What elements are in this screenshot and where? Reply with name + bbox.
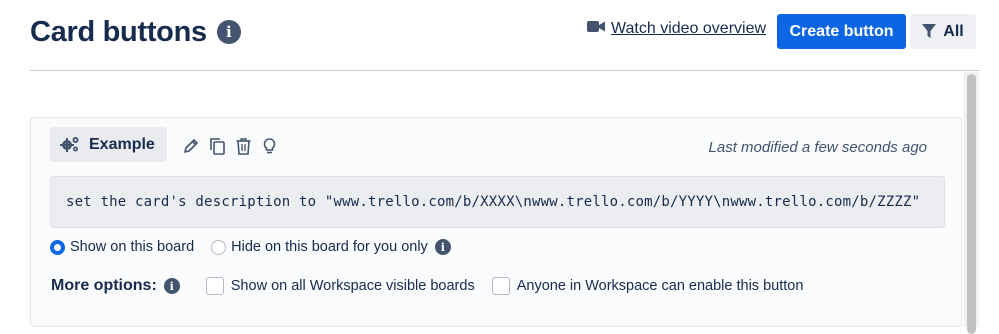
pencil-icon[interactable] xyxy=(182,137,200,155)
info-icon[interactable]: i xyxy=(216,20,241,44)
more-options-label: More options: xyxy=(51,277,157,294)
anyone-enable-option[interactable]: Anyone in Workspace can enable this butt… xyxy=(491,277,804,295)
filter-label: All xyxy=(943,22,964,40)
page-title: Card buttons xyxy=(30,15,207,48)
scrollbar[interactable] xyxy=(964,72,979,334)
filter-button[interactable]: All xyxy=(910,14,976,49)
scrollbar-thumb[interactable] xyxy=(967,74,976,334)
visibility-options: Show on this board Hide on this board fo… xyxy=(50,239,468,255)
lightbulb-icon[interactable] xyxy=(260,137,278,155)
anyone-enable-checkbox[interactable] xyxy=(491,277,510,295)
last-modified: Last modified a few seconds ago xyxy=(708,139,927,156)
button-name-chip[interactable]: Example xyxy=(50,127,167,162)
hide-on-board-option[interactable]: Hide on this board for you only i xyxy=(211,239,451,255)
watch-video-link[interactable]: Watch video overview xyxy=(587,20,766,38)
gears-icon xyxy=(60,137,79,152)
show-all-workspace-label: Show on all Workspace visible boards xyxy=(230,278,475,294)
show-all-workspace-checkbox[interactable] xyxy=(205,277,224,295)
watch-video-label[interactable]: Watch video overview xyxy=(611,20,766,38)
show-on-board-label: Show on this board xyxy=(70,239,195,255)
hide-on-board-radio[interactable] xyxy=(211,239,227,255)
header-divider xyxy=(30,70,980,71)
info-icon[interactable]: i xyxy=(163,278,180,294)
copy-icon[interactable] xyxy=(208,137,226,155)
show-on-board-radio[interactable] xyxy=(50,239,65,255)
card-button-item: Example Last modified a few seconds ago … xyxy=(30,117,962,327)
show-on-board-option[interactable]: Show on this board xyxy=(50,239,194,255)
more-options: More options: i Show on all Workspace vi… xyxy=(51,277,803,295)
info-icon[interactable]: i xyxy=(434,239,451,255)
video-camera-icon xyxy=(587,20,605,38)
create-button[interactable]: Create button xyxy=(777,14,906,49)
show-all-workspace-option[interactable]: Show on all Workspace visible boards xyxy=(205,277,475,295)
command-text: set the card's description to "www.trell… xyxy=(66,194,921,210)
hide-on-board-label: Hide on this board for you only xyxy=(231,239,428,255)
anyone-enable-label: Anyone in Workspace can enable this butt… xyxy=(516,278,804,294)
page-header: Card buttons i xyxy=(30,12,241,52)
trash-icon[interactable] xyxy=(234,137,252,155)
command-box[interactable]: set the card's description to "www.trell… xyxy=(50,176,945,228)
button-name: Example xyxy=(89,135,155,153)
filter-icon xyxy=(922,24,937,38)
